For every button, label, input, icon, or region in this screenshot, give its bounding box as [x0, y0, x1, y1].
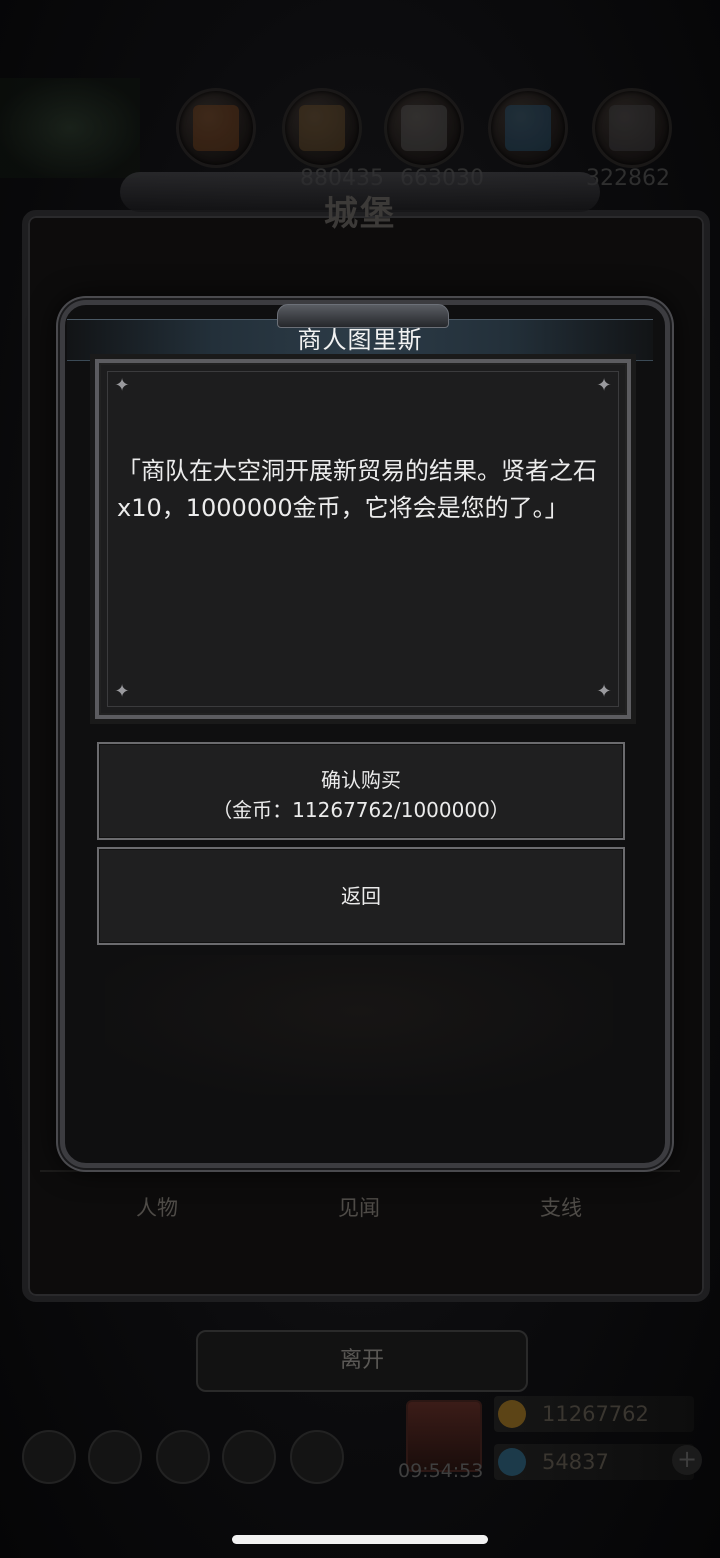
- stone-icon[interactable]: [384, 88, 464, 168]
- merchant-dialog: 商人图里斯 ✦ ✦ ✦ ✦ 「商队在大空洞开展新贸易的结果。贤者之石x10，10…: [60, 300, 670, 1168]
- tab-side-quests[interactable]: 支线: [540, 1192, 582, 1222]
- back-button[interactable]: 返回: [97, 847, 625, 945]
- iron-icon[interactable]: [592, 88, 672, 168]
- sparkle-icon: ✦: [596, 681, 612, 702]
- gold-amount: 11267762: [542, 1402, 649, 1426]
- gem-counter: 54837: [494, 1444, 694, 1480]
- menu-icon-3[interactable]: [156, 1430, 210, 1484]
- gem-icon: [498, 1448, 526, 1476]
- tab-characters[interactable]: 人物: [136, 1192, 178, 1222]
- dialog-message: 「商队在大空洞开展新贸易的结果。贤者之石x10，1000000金币，它将会是您的…: [117, 457, 597, 522]
- leave-button[interactable]: 离开: [196, 1330, 528, 1392]
- menu-icon-4[interactable]: [222, 1430, 276, 1484]
- gem-amount: 54837: [542, 1450, 609, 1474]
- sparkle-icon: ✦: [114, 375, 130, 396]
- castle-tabs: 人物 见闻 支线: [40, 1170, 680, 1242]
- menu-icon-5[interactable]: [290, 1430, 344, 1484]
- panel-inner-border: [107, 371, 619, 707]
- gold-coin-icon: [498, 1400, 526, 1428]
- gift-timer: 09:54:53: [398, 1460, 484, 1482]
- home-indicator[interactable]: [232, 1535, 488, 1544]
- dialog-title: 商人图里斯: [297, 326, 423, 354]
- tab-news[interactable]: 见闻: [338, 1192, 380, 1222]
- sparkle-icon: ✦: [596, 375, 612, 396]
- confirm-label: 确认购买: [321, 768, 401, 792]
- plank-icon[interactable]: [282, 88, 362, 168]
- confirm-cost: （金币：11267762/1000000）: [212, 798, 510, 822]
- resource-icons-row: [0, 88, 720, 168]
- menu-icon-2[interactable]: [88, 1430, 142, 1484]
- castle-title: 城堡: [324, 194, 396, 234]
- sparkle-icon: ✦: [114, 681, 130, 702]
- dialog-lower-area: [105, 955, 613, 1095]
- confirm-purchase-button[interactable]: 确认购买 （金币：11267762/1000000）: [97, 742, 625, 840]
- menu-icon-1[interactable]: [22, 1430, 76, 1484]
- add-currency-button[interactable]: +: [672, 1445, 702, 1475]
- dialog-message-panel: ✦ ✦ ✦ ✦ 「商队在大空洞开展新贸易的结果。贤者之石x10，1000000金…: [95, 359, 631, 719]
- wood-icon[interactable]: [176, 88, 256, 168]
- crystal-icon[interactable]: [488, 88, 568, 168]
- dialog-title-bar: 商人图里斯: [67, 304, 653, 361]
- gold-counter: 11267762: [494, 1396, 694, 1432]
